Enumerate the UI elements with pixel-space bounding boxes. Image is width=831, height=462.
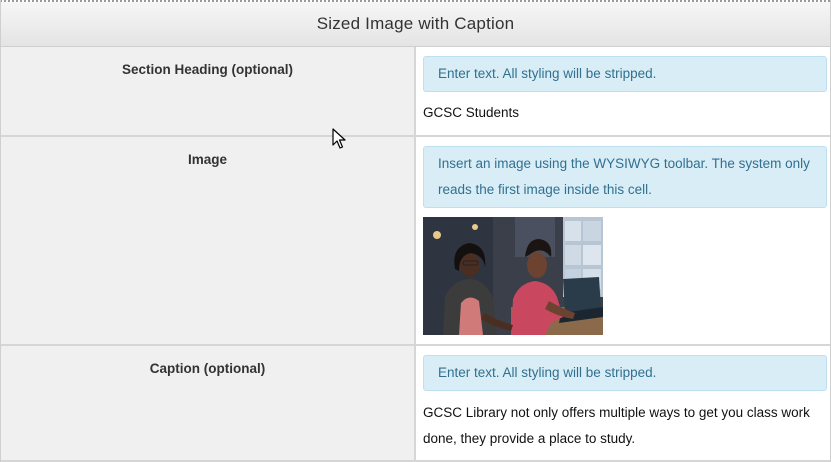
caption-value[interactable]: GCSC Library not only offers multiple wa… — [423, 400, 810, 452]
section-heading-hint: Enter text. All styling will be stripped… — [423, 56, 827, 92]
caption-label: Caption (optional) — [1, 346, 416, 460]
caption-cell[interactable]: Enter text. All styling will be stripped… — [418, 346, 830, 460]
caption-row: Caption (optional) Enter text. All styli… — [1, 346, 830, 462]
image-cell[interactable]: Insert an image using the WYSIWYG toolba… — [418, 137, 830, 344]
section-heading-label: Section Heading (optional) — [1, 47, 416, 135]
image-label: Image — [1, 137, 416, 344]
mouse-pointer-icon — [332, 128, 346, 149]
caption-hint: Enter text. All styling will be stripped… — [423, 355, 827, 391]
image-hint: Insert an image using the WYSIWYG toolba… — [423, 146, 827, 208]
section-heading-cell[interactable]: Enter text. All styling will be stripped… — [418, 47, 830, 135]
section-heading-value[interactable]: GCSC Students — [423, 100, 810, 126]
section-heading-row: Section Heading (optional) Enter text. A… — [1, 47, 830, 137]
image-row: Image Insert an image using the WYSIWYG … — [1, 137, 830, 346]
panel-title: Sized Image with Caption — [1, 2, 830, 47]
form-panel: Sized Image with Caption Section Heading… — [0, 0, 831, 462]
student-photo[interactable] — [423, 217, 603, 335]
